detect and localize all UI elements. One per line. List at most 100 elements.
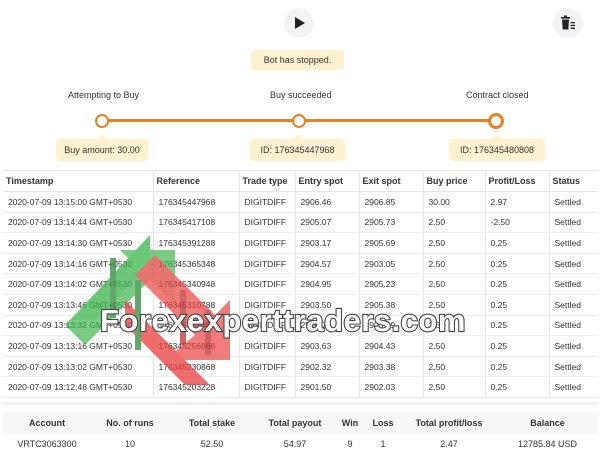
cell-profit-loss: 0.25 (485, 253, 550, 275)
cell-exit-spot: 2905.38 (359, 294, 424, 316)
cell-timestamp: 2020-07-09 13:13:32 GMT+0530 (3, 315, 154, 337)
cell-status: Settled (549, 376, 598, 398)
bot-status-message: Bot has stopped. (251, 50, 344, 70)
cell-profit-loss: 0.25 (485, 294, 550, 316)
cell-reference: 176345365348 (153, 253, 240, 275)
transactions-panel[interactable]: Timestamp Reference Trade type Entry spo… (3, 170, 598, 403)
cell-buy-price: 2.50 (423, 335, 486, 357)
cell-buy-price: 2.50 (423, 315, 486, 337)
run-button[interactable] (284, 8, 314, 38)
summary-loss: 1 (365, 434, 401, 454)
summary-header-row: Account No. of runs Total stake Total pa… (3, 412, 598, 434)
table-row[interactable]: 2020-07-09 13:14:30 GMT+0530 17634539128… (3, 232, 598, 254)
summary-total-profit-loss: 2.47 (401, 434, 497, 454)
cell-exit-spot: 2905.73 (359, 212, 424, 234)
cell-entry-spot: 2903.17 (295, 232, 360, 254)
table-row[interactable]: 2020-07-09 13:13:32 GMT+0530 17634528546… (3, 315, 598, 337)
table-row[interactable]: 2020-07-09 13:14:44 GMT+0530 17634541710… (3, 212, 598, 234)
table-row[interactable]: 2020-07-09 13:12:48 GMT+0530 17634520322… (3, 376, 598, 398)
cell-profit-loss: 0.25 (485, 356, 550, 378)
table-row[interactable]: 2020-07-09 13:13:16 GMT+0530 17634525686… (3, 335, 598, 357)
top-bar (0, 0, 600, 50)
col-status[interactable]: Status (549, 171, 598, 192)
cell-entry-spot: 2903.50 (295, 294, 360, 316)
col-exit-spot[interactable]: Exit spot (359, 171, 424, 192)
table-row[interactable]: 2020-07-09 13:13:02 GMT+0530 17634523086… (3, 356, 598, 378)
cell-reference: 176345391288 (153, 232, 240, 254)
horizontal-scrollbar[interactable] (3, 402, 598, 405)
cell-exit-spot: 2903.38 (359, 356, 424, 378)
col-timestamp[interactable]: Timestamp (3, 171, 154, 192)
cell-timestamp: 2020-07-09 13:12:48 GMT+0530 (3, 376, 154, 398)
cell-timestamp: 2020-07-09 13:14:16 GMT+0530 (3, 253, 154, 275)
summary-total-payout: 54.97 (255, 434, 335, 454)
cell-exit-spot: 2903.19 (359, 315, 424, 337)
cell-exit-spot: 2904.43 (359, 335, 424, 357)
cell-profit-loss: 0.25 (485, 273, 550, 295)
col-entry-spot[interactable]: Entry spot (295, 171, 360, 192)
cell-timestamp: 2020-07-09 13:14:30 GMT+0530 (3, 232, 154, 254)
table-row[interactable]: 2020-07-09 13:14:02 GMT+0530 17634534094… (3, 273, 598, 295)
cell-buy-price: 2.50 (423, 253, 486, 275)
cell-status: Settled (549, 294, 598, 316)
cell-status: Settled (549, 232, 598, 254)
cell-trade-type: DIGITDIFF (239, 253, 296, 275)
summary-col-balance: Balance (530, 418, 565, 428)
cell-timestamp: 2020-07-09 13:14:44 GMT+0530 (3, 212, 154, 234)
step-label-attempting: Attempting to Buy (68, 90, 140, 100)
clear-list-icon (561, 15, 575, 30)
cell-profit-loss: 0.25 (485, 315, 550, 337)
table-row[interactable]: 2020-07-09 13:15:00 GMT+0530 17634544796… (3, 191, 598, 213)
col-profit-loss[interactable]: Profit/Loss (485, 171, 550, 192)
cell-reference: 176345285468 (153, 315, 240, 337)
col-buy-price[interactable]: Buy price (423, 171, 486, 192)
cell-profit-loss: -2.50 (485, 212, 550, 234)
cell-entry-spot: 2901.50 (295, 376, 360, 398)
cell-trade-type: DIGITDIFF (239, 212, 296, 234)
cell-trade-type: DIGITDIFF (239, 315, 296, 337)
cell-reference: 176345340948 (153, 273, 240, 295)
cell-trade-type: DIGITDIFF (239, 294, 296, 316)
transactions-table: Timestamp Reference Trade type Entry spo… (3, 171, 598, 398)
summary-win: 9 (335, 434, 365, 454)
summary-col-runs: No. of runs (106, 418, 154, 428)
col-reference[interactable]: Reference (153, 171, 240, 192)
cell-trade-type: DIGITDIFF (239, 335, 296, 357)
cell-status: Settled (549, 356, 598, 378)
col-trade-type[interactable]: Trade type (239, 171, 296, 192)
cell-trade-type: DIGITDIFF (239, 191, 296, 213)
summary-balance: 12785.84 USD (497, 434, 598, 454)
cell-timestamp: 2020-07-09 13:14:02 GMT+0530 (3, 273, 154, 295)
summary-row: VRTC3063300 10 52.50 54.97 9 1 2.47 1278… (3, 434, 598, 454)
cell-entry-spot: 2904.95 (295, 273, 360, 295)
cell-profit-loss: 2.97 (485, 191, 550, 213)
step-node-1 (95, 114, 109, 128)
buy-id-box: ID: 176345447968 (250, 134, 345, 161)
cell-entry-spot: 2903.63 (295, 335, 360, 357)
cell-profit-loss: 0.25 (485, 376, 550, 398)
transactions-header-row: Timestamp Reference Trade type Entry spo… (3, 171, 598, 192)
summary-col-total-stake: Total stake (188, 418, 236, 428)
step-label-buy-succeeded: Buy succeeded (270, 90, 332, 100)
summary-col-account: Account (29, 418, 65, 428)
cell-exit-spot: 2906.85 (359, 191, 424, 213)
contract-id-box: ID: 176345480808 (449, 134, 545, 161)
cell-profit-loss: 0.25 (485, 232, 550, 254)
cell-timestamp: 2020-07-09 13:13:16 GMT+0530 (3, 335, 154, 357)
cell-status: Settled (549, 191, 598, 213)
cell-reference: 176345417108 (153, 212, 240, 234)
table-row[interactable]: 2020-07-09 13:14:16 GMT+0530 17634536534… (3, 253, 598, 275)
table-row[interactable]: 2020-07-09 13:13:46 GMT+0530 17634531078… (3, 294, 598, 316)
cell-buy-price: 2.50 (423, 273, 486, 295)
cell-reference: 176345203228 (153, 376, 240, 398)
cell-exit-spot: 2905.69 (359, 232, 424, 254)
summary-col-win: Win (341, 418, 359, 428)
summary-account: VRTC3063300 (3, 434, 91, 454)
summary-table: Account No. of runs Total stake Total pa… (3, 412, 598, 454)
cell-exit-spot: 2902.03 (359, 376, 424, 398)
cell-reference: 176345310788 (153, 294, 240, 316)
cell-status: Settled (549, 315, 598, 337)
clear-button[interactable] (553, 8, 583, 38)
cell-trade-type: DIGITDIFF (239, 376, 296, 398)
cell-trade-type: DIGITDIFF (239, 356, 296, 378)
